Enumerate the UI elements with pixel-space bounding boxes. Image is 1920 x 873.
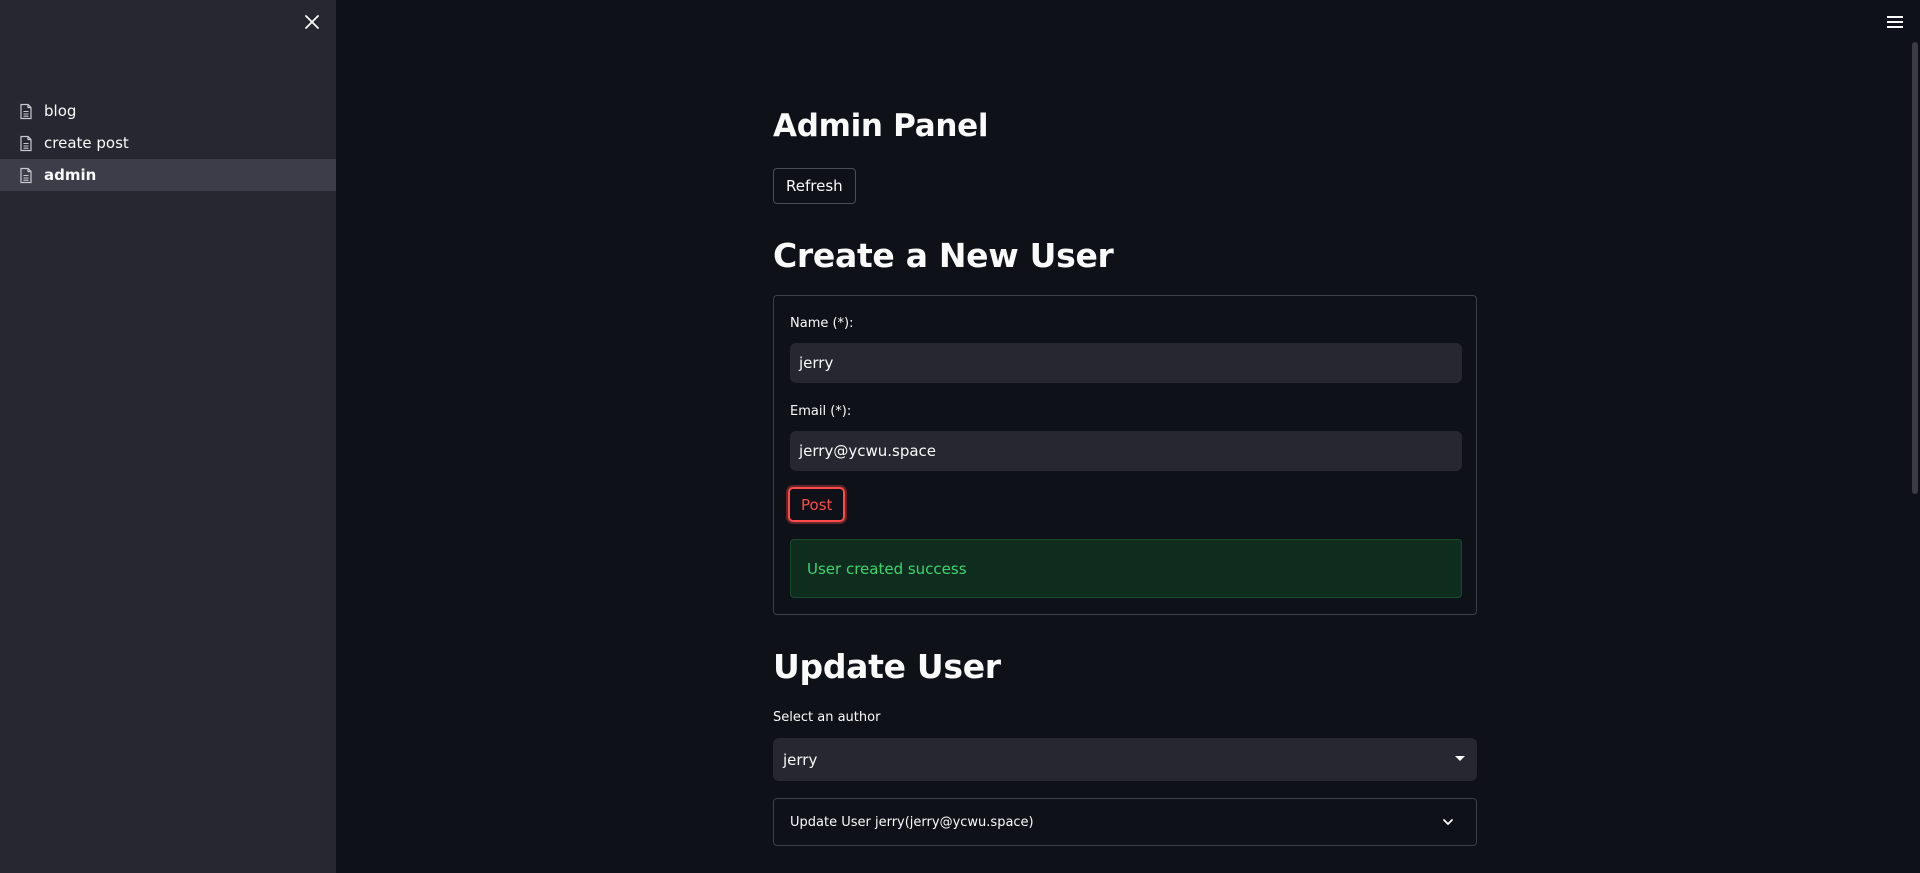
email-label: Email (*): bbox=[790, 404, 852, 419]
caret-down-icon bbox=[1455, 756, 1465, 761]
post-button[interactable]: Post bbox=[788, 487, 846, 522]
success-alert: User created success bbox=[790, 539, 1462, 598]
sidebar-item-label: blog bbox=[44, 102, 77, 120]
page-title: Admin Panel bbox=[773, 108, 989, 144]
document-icon bbox=[18, 135, 34, 152]
create-user-form: Name (*): jerry Email (*): jerry@ycwu.sp… bbox=[773, 295, 1477, 615]
update-user-expander[interactable]: Update User jerry(jerry@ycwu.space) bbox=[773, 798, 1477, 846]
select-author-label: Select an author bbox=[773, 710, 881, 725]
author-select-value: jerry bbox=[783, 750, 818, 769]
sidebar-item-label: create post bbox=[44, 134, 129, 152]
main-menu-button[interactable] bbox=[1886, 14, 1904, 30]
sidebar-item-admin[interactable]: admin bbox=[0, 159, 336, 191]
document-icon bbox=[18, 167, 34, 184]
expander-label: Update User jerry(jerry@ycwu.space) bbox=[790, 814, 1034, 830]
sidebar-item-label: admin bbox=[44, 166, 97, 184]
document-icon bbox=[18, 103, 34, 120]
name-label: Name (*): bbox=[790, 316, 854, 331]
update-user-heading: Update User bbox=[773, 647, 1001, 686]
name-input[interactable]: jerry bbox=[790, 343, 1462, 383]
sidebar-item-create-post[interactable]: create post bbox=[0, 127, 336, 159]
scrollbar[interactable] bbox=[1912, 42, 1918, 494]
chevron-down-icon bbox=[1443, 819, 1453, 825]
hamburger-icon bbox=[1887, 16, 1903, 28]
author-select[interactable]: jerry bbox=[773, 738, 1477, 781]
close-icon bbox=[305, 15, 319, 29]
close-sidebar-button[interactable] bbox=[302, 12, 322, 32]
create-user-heading: Create a New User bbox=[773, 236, 1114, 275]
sidebar: blog create post admin bbox=[0, 0, 336, 873]
sidebar-nav: blog create post admin bbox=[0, 95, 336, 191]
sidebar-item-blog[interactable]: blog bbox=[0, 95, 336, 127]
email-input[interactable]: jerry@ycwu.space bbox=[790, 431, 1462, 471]
refresh-button[interactable]: Refresh bbox=[773, 168, 856, 204]
